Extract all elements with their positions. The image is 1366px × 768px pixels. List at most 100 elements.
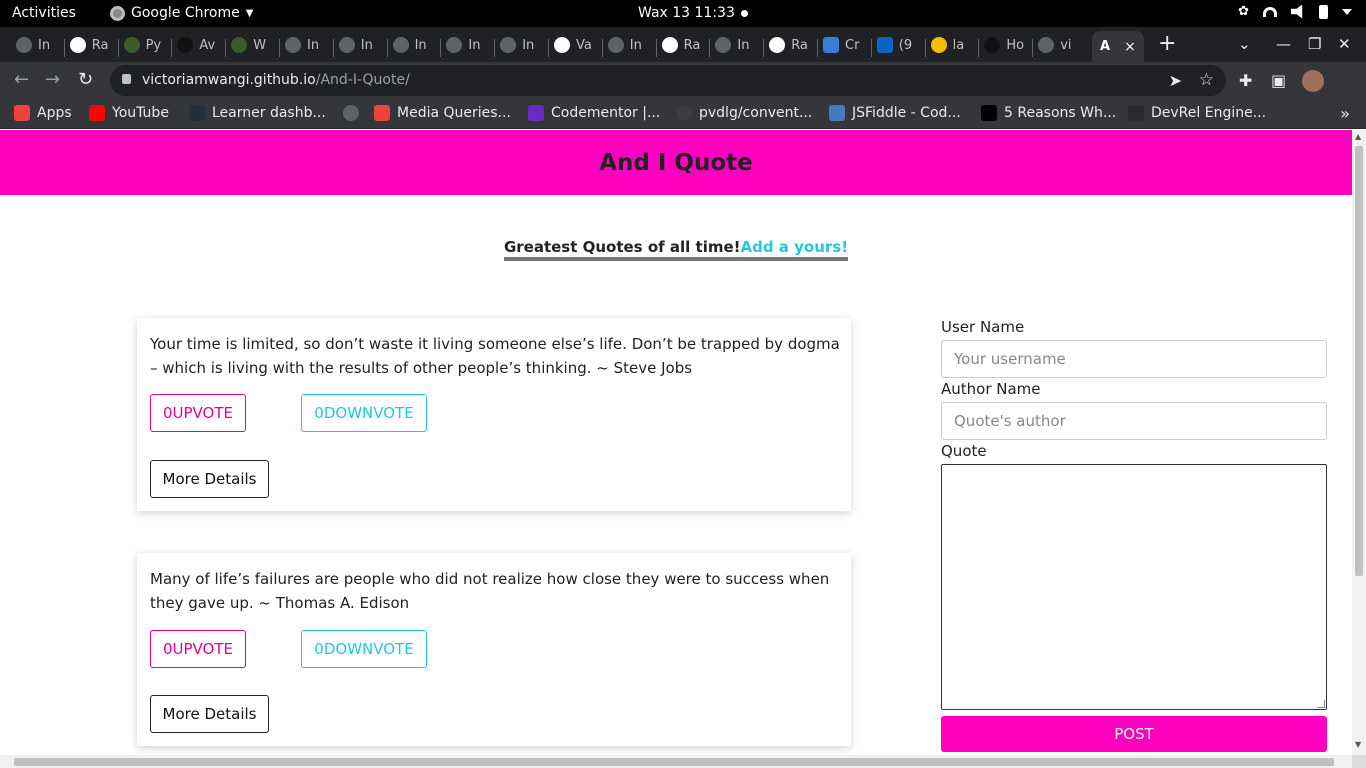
browser-tab[interactable]: Ra [69,32,114,58]
browser-tab[interactable]: W [231,32,275,58]
forward-icon[interactable]: → [45,69,60,90]
browser-tab[interactable]: Ra [769,32,813,58]
tab-separator [63,39,65,57]
author-input[interactable]: Quote's author [941,402,1327,440]
tab-title: Va [576,37,592,53]
bookmark-label: Learner dashb... [212,105,326,121]
browser-tab[interactable]: Py [123,32,168,58]
bookmark-label: YouTube [112,105,169,121]
maximize-icon[interactable]: ❐ [1308,35,1321,53]
resize-handle-icon[interactable] [1317,700,1325,708]
browser-tab[interactable]: In [500,32,544,58]
bookmark-item[interactable] [343,105,359,121]
bookmark-item[interactable]: YouTube [89,105,169,121]
close-window-icon[interactable]: ✕ [1338,35,1351,53]
side-panel-icon[interactable]: ▣ [1271,71,1286,90]
browser-tab[interactable]: In [338,32,383,58]
add-quote-link[interactable]: Add a yours! [740,238,849,261]
downvote-button[interactable]: 0DOWNVOTE [301,394,427,432]
browser-tab[interactable]: In [446,32,490,58]
chevron-down-icon: ▼ [245,7,254,19]
system-tray[interactable]: ✿ [1238,4,1352,19]
battery-icon [1319,4,1328,19]
new-tab-button[interactable]: + [1158,31,1176,56]
tab-separator [548,39,549,57]
upvote-button[interactable]: 0UPVOTE [150,394,246,432]
quote-textarea[interactable] [941,464,1327,710]
youtube-icon [89,105,105,121]
extensions-puzzle-icon[interactable]: ✚ [1239,71,1252,90]
browser-tab[interactable]: la [930,32,975,58]
url-text[interactable]: victoriamwangi.github.io/And-I-Quote/ [142,72,410,88]
quote-text: Your time is limited, so don’t waste it … [150,335,840,377]
activities-button[interactable]: Activities [12,5,76,21]
browser-tab[interactable]: vi [1038,32,1082,58]
browser-tab[interactable]: In [16,32,60,58]
browser-tab[interactable]: Av [177,32,221,58]
horizontal-scrollbar[interactable] [0,755,1352,768]
app-menu[interactable]: Google Chrome ▼ [110,5,253,21]
browser-tab[interactable]: (9 [876,32,921,58]
f-icon [981,105,997,121]
active-tab[interactable]: A × [1092,31,1144,62]
tab-separator [924,39,926,57]
bookmark-item[interactable]: Apps [14,105,72,121]
clock[interactable]: Wax 13 11:33 [638,5,735,21]
browser-tab[interactable]: In [285,32,329,58]
address-bar[interactable]: victoriamwangi.github.io/And-I-Quote/ ➤ … [110,65,1226,96]
scroll-down-icon[interactable]: ▼ [1355,740,1361,749]
browser-tab[interactable]: Cr [823,32,867,58]
bookmark-star-icon[interactable]: ☆ [1199,70,1214,90]
scrollbar-thumb[interactable] [14,758,1334,766]
browser-tab[interactable]: In [392,32,437,58]
username-input[interactable]: Your username [941,340,1327,378]
bookmark-item[interactable]: JSFiddle - Cod... [829,105,961,121]
tab-title: In [360,37,373,53]
globe-icon [661,37,678,53]
bookmark-item[interactable]: DevRel Engine... [1128,105,1266,121]
github-icon [16,37,32,53]
tab-title: la [952,37,965,53]
vertical-scrollbar[interactable]: ▲ ▼ [1352,130,1366,755]
more-details-button[interactable]: More Details [150,460,269,498]
bookmark-label: 5 Reasons Wh... [1004,105,1117,121]
close-tab-icon[interactable]: × [1124,39,1136,55]
tab-separator [440,39,442,57]
tab-title: (9 [898,37,913,53]
bookmark-item[interactable]: pvdlg/convent... [676,105,812,121]
github-icon [392,37,409,53]
tab-title: In [414,37,427,53]
page-viewport: And I Quote Greatest Quotes of all time!… [0,130,1352,755]
bookmark-item[interactable]: Media Queries... [374,105,511,121]
asterisk-icon [374,105,390,121]
post-button[interactable]: POST [941,716,1327,752]
slack-icon[interactable]: ✿ [1238,4,1249,19]
bookmark-item[interactable]: 5 Reasons Wh... [981,105,1116,121]
back-icon[interactable]: ← [14,69,29,90]
tab-separator [763,39,765,57]
downvote-button[interactable]: 0DOWNVOTE [301,630,427,668]
tab-search-icon[interactable]: ⌄ [1238,35,1251,53]
lock-icon[interactable] [122,74,131,84]
bookmark-item[interactable]: Codementor |... [528,105,660,121]
linkedin-icon [876,37,893,53]
browser-tab[interactable]: Ra [661,32,706,58]
browser-tab[interactable]: In [715,32,759,58]
minimize-icon[interactable]: — [1276,35,1291,53]
bookmark-item[interactable]: Learner dashb... [189,105,326,121]
github-icon [446,37,463,53]
browser-tab[interactable]: In [607,32,652,58]
browser-tab[interactable]: Ho [984,32,1028,58]
more-details-button[interactable]: More Details [150,695,269,733]
browser-tab[interactable]: Va [554,32,598,58]
quote-card: Your time is limited, so don’t waste it … [137,318,851,511]
more-bookmarks-icon[interactable]: » [1340,104,1350,123]
github-icon [338,37,355,53]
scroll-up-icon[interactable]: ▲ [1355,132,1361,141]
tab-separator [225,39,227,57]
reload-icon[interactable]: ↻ [78,69,93,90]
avatar[interactable] [1302,70,1324,92]
upvote-button[interactable]: 0UPVOTE [150,630,246,668]
scrollbar-thumb[interactable] [1355,146,1363,576]
send-icon[interactable]: ➤ [1169,71,1182,90]
